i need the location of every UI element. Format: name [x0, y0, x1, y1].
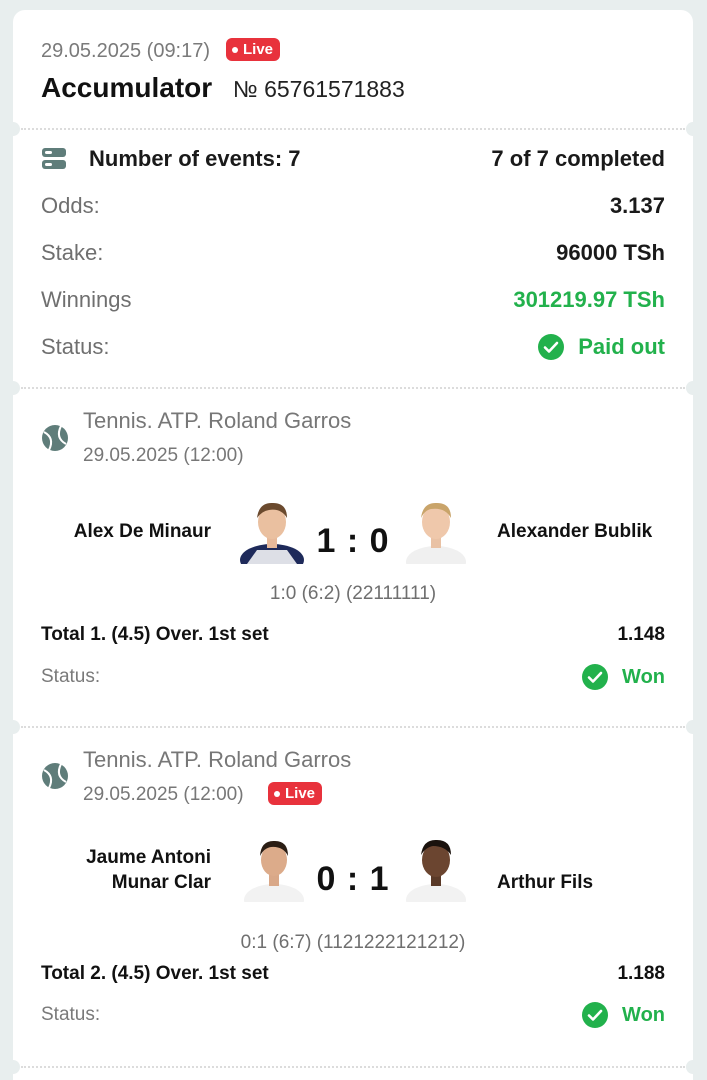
- set-score: 1:0 (6:2) (22111111): [269, 583, 437, 604]
- check-circle-icon: [582, 1002, 609, 1028]
- bet-row: Total 1. (4.5) Over. 1st set 1.148: [41, 624, 665, 646]
- check-circle-icon: [582, 664, 609, 690]
- event-league: Tennis. ATP. Roland Garros: [83, 747, 352, 772]
- winnings-row: Winnings 301219.97 TSh: [41, 285, 665, 315]
- player-avatar: [406, 502, 466, 564]
- ticket-notch: [686, 381, 700, 395]
- event-status-text: Won: [622, 1003, 665, 1026]
- player-avatar: [240, 502, 304, 564]
- ticket-notch: [686, 1060, 700, 1074]
- event-date: 29.05.2025 (12:00): [83, 784, 244, 805]
- ticket-notch: [6, 1060, 20, 1074]
- bet-market: Total 2. (4.5) Over. 1st set: [41, 963, 269, 984]
- bet-type-title: Accumulator: [41, 72, 213, 103]
- live-badge: Live: [226, 38, 281, 61]
- event-status-value: Won: [582, 1002, 665, 1028]
- live-label: Live: [243, 41, 274, 58]
- ticket-notch: [686, 720, 700, 734]
- divider: [21, 1066, 685, 1068]
- events-count-label: Number of events: 7: [89, 146, 301, 171]
- stake-label: Stake:: [41, 240, 104, 265]
- bet-datetime: 29.05.2025 (09:17): [41, 40, 211, 62]
- event-status-row: Status: Won: [41, 1002, 665, 1028]
- status-value: Paid out: [538, 334, 665, 360]
- bet-odds: 1.188: [617, 963, 665, 984]
- player-avatar: [244, 840, 304, 902]
- bet-market: Total 1. (4.5) Over. 1st set: [41, 624, 269, 645]
- divider: [21, 387, 685, 389]
- event-league: Tennis. ATP. Roland Garros: [83, 408, 352, 433]
- bet-row: Total 2. (4.5) Over. 1st set 1.188: [41, 963, 665, 985]
- bet-odds: 1.148: [617, 624, 665, 645]
- live-label: Live: [285, 785, 316, 802]
- team-home-line2: Munar Clar: [111, 872, 211, 893]
- set-score: 0:1 (6:7) (1121222121212): [240, 932, 466, 953]
- match-score: 1 : 0: [316, 522, 390, 560]
- stake-row: Stake: 96000 TSh: [41, 238, 665, 268]
- divider: [21, 726, 685, 728]
- odds-row: Odds: 3.137: [41, 191, 665, 221]
- events-list-icon: [42, 148, 66, 169]
- bet-number: № 65761571883: [233, 76, 405, 102]
- status-label: Status:: [41, 334, 110, 359]
- tennis-ball-icon: [42, 425, 68, 451]
- winnings-value: 301219.97 TSh: [513, 287, 665, 312]
- status-text: Paid out: [578, 334, 665, 359]
- live-dot-icon: [232, 46, 238, 53]
- team-away: Alexander Bublik: [497, 521, 653, 542]
- ticket-notch: [6, 720, 20, 734]
- event-date: 29.05.2025 (12:00): [83, 445, 244, 466]
- event-status-row: Status: Won: [41, 664, 665, 690]
- live-badge: Live: [268, 782, 323, 805]
- stake-value: 96000 TSh: [556, 240, 665, 265]
- ticket-notch: [6, 122, 20, 136]
- event-status-text: Won: [622, 665, 665, 688]
- team-home: Alex De Minaur: [73, 521, 211, 542]
- completed-count: 7 of 7 completed: [491, 146, 665, 171]
- player-avatar: [406, 839, 466, 902]
- match-score: 0 : 1: [316, 860, 390, 898]
- status-row: Status: Paid out: [41, 332, 665, 362]
- ticket-notch: [686, 122, 700, 136]
- events-count-row: Number of events: 7 7 of 7 completed: [41, 144, 665, 174]
- event-status-value: Won: [582, 664, 665, 690]
- live-dot-icon: [274, 790, 280, 797]
- tennis-ball-icon: [42, 763, 68, 789]
- winnings-label: Winnings: [41, 287, 132, 312]
- odds-label: Odds:: [41, 193, 100, 218]
- divider: [21, 128, 685, 130]
- bet-ticket: 29.05.2025 (09:17) Live Accumulator № 65…: [6, 10, 700, 1080]
- team-away: Arthur Fils: [497, 872, 594, 893]
- odds-value: 3.137: [609, 193, 665, 218]
- team-home: Jaume Antoni Munar Clar: [41, 845, 211, 895]
- team-home-line1: Jaume Antoni: [86, 847, 211, 868]
- event-status-label: Status:: [41, 666, 101, 687]
- event-status-label: Status:: [41, 1004, 101, 1025]
- check-circle-icon: [538, 334, 565, 360]
- ticket-notch: [6, 381, 20, 395]
